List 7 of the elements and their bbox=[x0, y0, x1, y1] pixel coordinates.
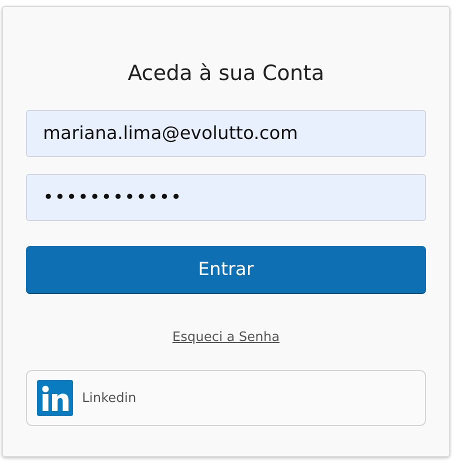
login-button[interactable]: Entrar bbox=[26, 246, 426, 293]
forgot-password-link[interactable]: Esqueci a Senha bbox=[172, 330, 280, 345]
password-field[interactable]: •••••••••••• bbox=[26, 174, 426, 221]
logo-icon bbox=[37, 380, 73, 416]
login-title: Aceda à sua Conta bbox=[126, 60, 326, 87]
social-login-button[interactable]: Linkedin bbox=[26, 370, 426, 426]
email-field[interactable]: mariana.lima@evolutto.com bbox=[26, 110, 426, 157]
